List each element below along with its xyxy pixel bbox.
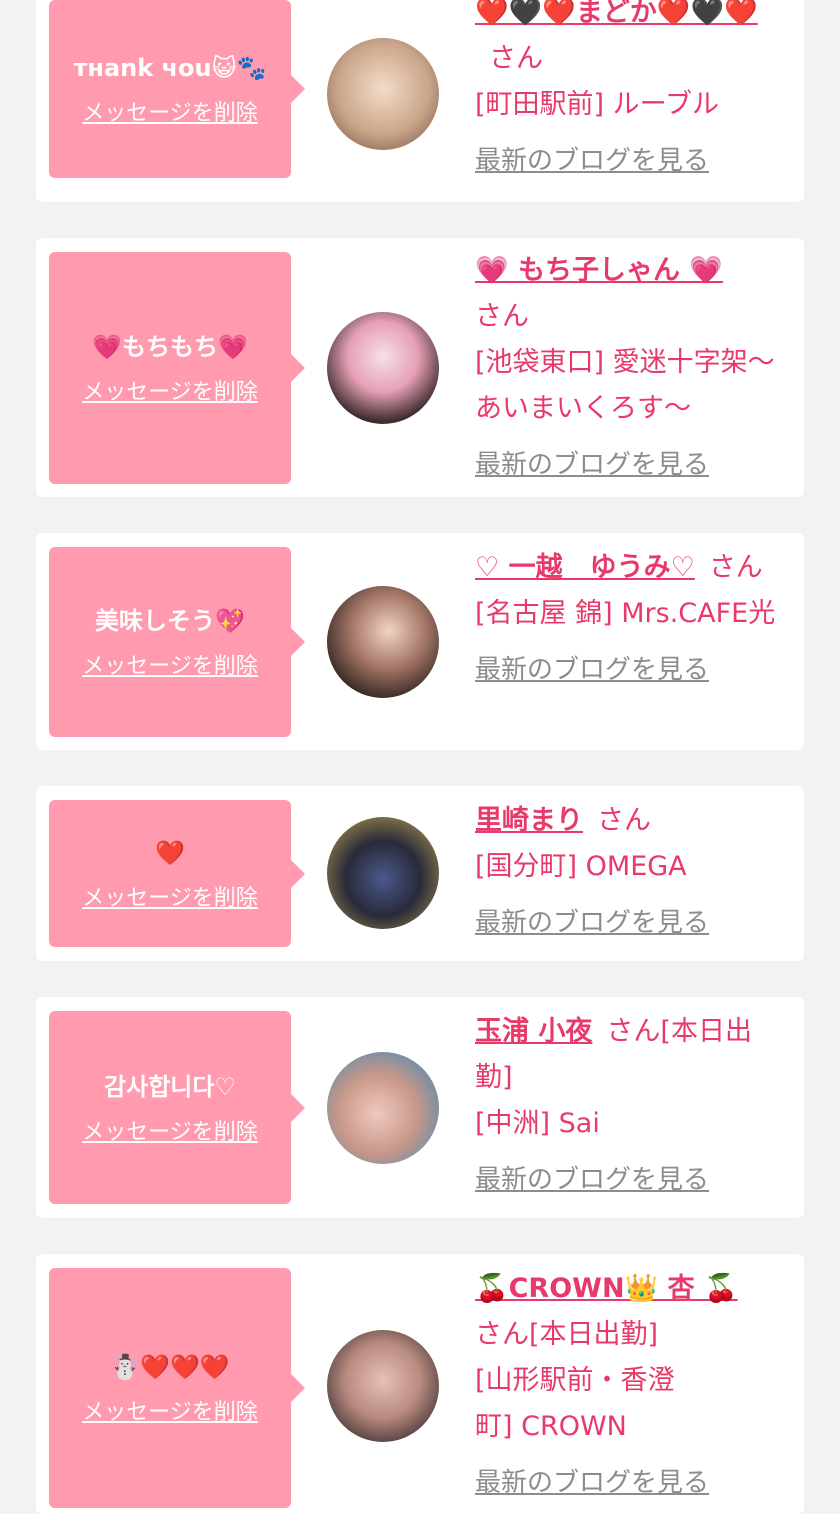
message-text: 감사합니다♡ (104, 1072, 236, 1101)
message-text: ❤️ (155, 838, 185, 867)
message-box: тнank чou😺🐾 メッセージを削除 (49, 0, 305, 178)
delete-message-link[interactable]: メッセージを削除 (82, 374, 258, 406)
message-card: тнank чou😺🐾 メッセージを削除 ❤️🖤❤️まどか❤️🖤❤️ さん [町田… (36, 0, 804, 202)
delete-message-link[interactable]: メッセージを削除 (82, 880, 258, 912)
honorific: さん (597, 805, 651, 836)
latest-blog-link[interactable]: 最新のブログを見る (475, 647, 785, 693)
shop-label: [町田駅前] ルーブル (475, 89, 720, 120)
avatar[interactable] (327, 586, 439, 698)
profile-name-link[interactable]: 里崎まり (475, 805, 583, 836)
message-box: ☃️❤️❤️❤️ メッセージを削除 (49, 1268, 305, 1508)
shop-label: [池袋東口] 愛迷十字架～あいまいくろす～ (475, 347, 775, 424)
profile-info: ♡ 一越 ゆうみ♡ さん [名古屋 錦] Mrs.CAFE光 最新のブログを見る (475, 545, 785, 693)
profile-name-link[interactable]: 🍒CROWN👑 杏 🍒 (475, 1273, 738, 1304)
latest-blog-link[interactable]: 最新のブログを見る (475, 900, 785, 946)
profile-name-link[interactable]: ♡ 一越 ゆうみ♡ (475, 552, 695, 583)
avatar[interactable] (327, 38, 439, 150)
avatar[interactable] (327, 1330, 439, 1442)
profile-name-link[interactable]: ❤️🖤❤️まどか❤️🖤❤️ (475, 0, 758, 28)
latest-blog-link[interactable]: 最新のブログを見る (475, 1460, 785, 1506)
honorific: さん (489, 43, 543, 74)
latest-blog-link[interactable]: 最新のブログを見る (475, 138, 785, 184)
honorific: さん (708, 552, 763, 583)
message-text: 💗もちもち💗 (92, 333, 248, 361)
message-text: тнank чou😺🐾 (73, 54, 267, 82)
shop-label: [国分町] OMEGA (475, 851, 687, 882)
profile-info: 玉浦 小夜 さん[本日出勤] [中洲] Sai 最新のブログを見る (475, 1009, 785, 1203)
delete-message-link[interactable]: メッセージを削除 (82, 95, 258, 127)
message-box: 감사합니다♡ メッセージを削除 (49, 1011, 305, 1204)
honorific: さん[本日出勤] (475, 1319, 659, 1350)
message-card: 감사합니다♡ メッセージを削除 玉浦 小夜 さん[本日出勤] [中洲] Sai 最… (36, 997, 804, 1218)
shop-label: [山形駅前・香澄町] CROWN (475, 1365, 675, 1442)
profile-info: 🍒CROWN👑 杏 🍒 さん[本日出勤] [山形駅前・香澄町] CROWN 最新… (475, 1266, 785, 1506)
profile-info: ❤️🖤❤️まどか❤️🖤❤️ さん [町田駅前] ルーブル 最新のブログを見る (475, 0, 785, 184)
message-box: ❤️ メッセージを削除 (49, 800, 305, 947)
avatar[interactable] (327, 817, 439, 929)
avatar[interactable] (327, 312, 439, 424)
delete-message-link[interactable]: メッセージを削除 (82, 648, 258, 680)
profile-info: 💗 もち子しゃん 💗 さん [池袋東口] 愛迷十字架～あいまいくろす～ 最新のブ… (475, 248, 785, 488)
profile-name-link[interactable]: 玉浦 小夜 (475, 1016, 592, 1047)
delete-message-link[interactable]: メッセージを削除 (82, 1114, 258, 1146)
message-card: ☃️❤️❤️❤️ メッセージを削除 🍒CROWN👑 杏 🍒 さん[本日出勤] [… (36, 1254, 804, 1514)
profile-info: 里崎まり さん [国分町] OMEGA 最新のブログを見る (475, 798, 785, 946)
latest-blog-link[interactable]: 最新のブログを見る (475, 442, 785, 488)
message-text: 美味しそう💖 (95, 607, 245, 635)
shop-label: [中洲] Sai (475, 1108, 600, 1139)
message-text: ☃️❤️❤️❤️ (110, 1353, 230, 1381)
honorific: さん (475, 301, 529, 332)
delete-message-link[interactable]: メッセージを削除 (82, 1394, 258, 1426)
message-card: 💗もちもち💗 メッセージを削除 💗 もち子しゃん 💗 さん [池袋東口] 愛迷十… (36, 238, 804, 497)
message-card: ❤️ メッセージを削除 里崎まり さん [国分町] OMEGA 最新のブログを見る (36, 786, 804, 961)
latest-blog-link[interactable]: 最新のブログを見る (475, 1157, 785, 1203)
profile-name-link[interactable]: 💗 もち子しゃん 💗 (475, 255, 723, 286)
message-box: 💗もちもち💗 メッセージを削除 (49, 252, 305, 484)
avatar[interactable] (327, 1052, 439, 1164)
message-card: 美味しそう💖 メッセージを削除 ♡ 一越 ゆうみ♡ さん [名古屋 錦] Mrs.… (36, 533, 804, 750)
message-box: 美味しそう💖 メッセージを削除 (49, 547, 305, 737)
shop-label: [名古屋 錦] Mrs.CAFE光 (475, 598, 776, 629)
